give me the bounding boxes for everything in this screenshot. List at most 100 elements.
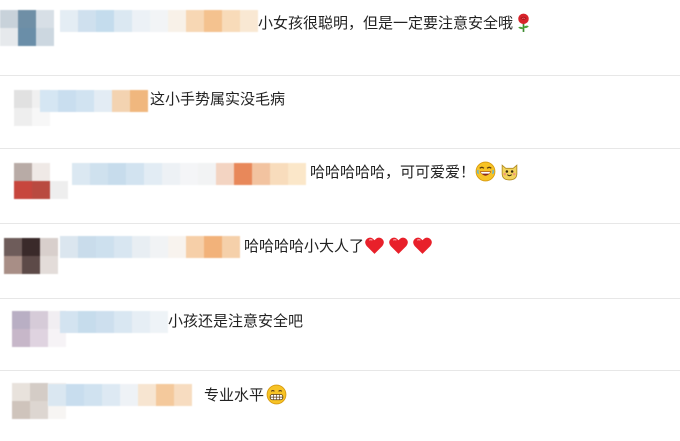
username-mosaic-tile (234, 163, 252, 185)
avatar-mosaic-tile (14, 108, 32, 126)
comment-text-content: 小孩还是注意安全吧 (168, 312, 304, 330)
avatar-mosaic-tile (32, 181, 50, 199)
username-mosaic-tile (132, 236, 150, 258)
username-mosaic-tile (156, 384, 174, 406)
username-mosaic-tile (150, 236, 168, 258)
avatar-mosaic-tile (40, 256, 58, 274)
username-mosaic-tile (222, 236, 240, 258)
comment-text: 小孩还是注意安全吧 (168, 311, 303, 331)
username-mosaic-tile (204, 10, 222, 32)
comment-text-content: 小女孩很聪明，但是一定要注意安全哦 (258, 13, 514, 32)
heart-emoji (388, 235, 409, 256)
username-mosaic-tile (66, 384, 84, 406)
avatar-mosaic-tile (30, 383, 48, 401)
avatar-mosaic-tile (4, 238, 22, 256)
laughing-emoji (475, 161, 496, 182)
comment-item: 哈哈哈哈小大人了 (0, 224, 680, 299)
username-mosaic-tile (144, 163, 162, 185)
username-mosaic-tile (60, 311, 78, 333)
avatar-mosaic-tile (30, 401, 48, 419)
username-mosaic-tile (90, 163, 108, 185)
username-mosaic-tile (60, 236, 78, 258)
username-mosaic-tile (78, 236, 96, 258)
avatar[interactable] (4, 238, 58, 274)
comment-text-content: 专业水平 (204, 385, 265, 404)
comment-text-content: 这小手势属实没毛病 (150, 90, 286, 108)
username[interactable] (60, 311, 168, 333)
username-mosaic-tile (270, 163, 288, 185)
cat-emoji (499, 161, 520, 182)
username-mosaic-tile (130, 90, 148, 112)
avatar-mosaic-tile (36, 10, 54, 28)
username-mosaic-tile (58, 90, 76, 112)
username-mosaic-tile (114, 236, 132, 258)
username-mosaic-tile (40, 90, 58, 112)
username-mosaic-tile (168, 10, 186, 32)
avatar[interactable] (0, 10, 54, 46)
username-mosaic-tile (114, 10, 132, 32)
avatar[interactable] (14, 163, 68, 199)
username-mosaic-tile (84, 384, 102, 406)
username-mosaic-tile (78, 10, 96, 32)
username-mosaic-tile (198, 163, 216, 185)
comment-item: 哈哈哈哈哈，可可爱爱！ (0, 149, 680, 224)
rose-emoji (513, 12, 534, 33)
comment-text: 小女孩很聪明，但是一定要注意安全哦 (258, 12, 534, 33)
username-mosaic-tile (240, 10, 258, 32)
comment-text-content: 哈哈哈哈小大人了 (244, 236, 365, 255)
grin-emoji (266, 384, 287, 405)
avatar-mosaic-tile (40, 238, 58, 256)
username-mosaic-tile (76, 90, 94, 112)
avatar-mosaic-tile (36, 28, 54, 46)
avatar-mosaic-tile (12, 329, 30, 347)
username-mosaic-tile (204, 236, 222, 258)
avatar-mosaic-tile (32, 163, 50, 181)
comment-item: 专业水平 (0, 371, 680, 441)
avatar-mosaic-tile (4, 256, 22, 274)
username[interactable] (40, 90, 148, 112)
username-mosaic-tile (60, 10, 78, 32)
comment-text-content: 哈哈哈哈哈，可可爱爱！ (310, 162, 476, 181)
username-mosaic-tile (180, 163, 198, 185)
avatar-mosaic-tile (22, 256, 40, 274)
username-mosaic-tile (138, 384, 156, 406)
avatar[interactable] (12, 311, 66, 347)
avatar-mosaic-tile (30, 311, 48, 329)
username[interactable] (48, 384, 192, 406)
username-mosaic-tile (96, 311, 114, 333)
username-mosaic-tile (96, 10, 114, 32)
username[interactable] (60, 10, 258, 32)
username-mosaic-tile (252, 163, 270, 185)
username-mosaic-tile (120, 384, 138, 406)
username-mosaic-tile (162, 163, 180, 185)
username-mosaic-tile (132, 10, 150, 32)
comment-text: 专业水平 (204, 384, 287, 405)
avatar-mosaic-tile (14, 163, 32, 181)
avatar-mosaic-tile (12, 383, 30, 401)
avatar-mosaic-tile (22, 238, 40, 256)
username-mosaic-tile (72, 163, 90, 185)
username-mosaic-tile (150, 311, 168, 333)
comment-item: 小女孩很聪明，但是一定要注意安全哦 (0, 0, 680, 76)
avatar-mosaic-tile (50, 181, 68, 199)
username-mosaic-tile (96, 236, 114, 258)
username-mosaic-tile (288, 163, 306, 185)
avatar-mosaic-tile (18, 10, 36, 28)
username-mosaic-tile (78, 311, 96, 333)
username-mosaic-tile (126, 163, 144, 185)
username[interactable] (72, 163, 306, 185)
username-mosaic-tile (132, 311, 150, 333)
username-mosaic-tile (114, 311, 132, 333)
heart-emoji (364, 235, 385, 256)
username-mosaic-tile (168, 236, 186, 258)
username-mosaic-tile (186, 10, 204, 32)
username-mosaic-tile (48, 384, 66, 406)
username[interactable] (60, 236, 240, 258)
comment-text: 哈哈哈哈哈，可可爱爱！ (310, 161, 520, 182)
avatar-mosaic-tile (50, 163, 68, 181)
avatar-mosaic-tile (18, 28, 36, 46)
comment-text: 这小手势属实没毛病 (150, 89, 285, 109)
avatar-mosaic-tile (14, 181, 32, 199)
username-mosaic-tile (222, 10, 240, 32)
avatar-mosaic-tile (0, 28, 18, 46)
